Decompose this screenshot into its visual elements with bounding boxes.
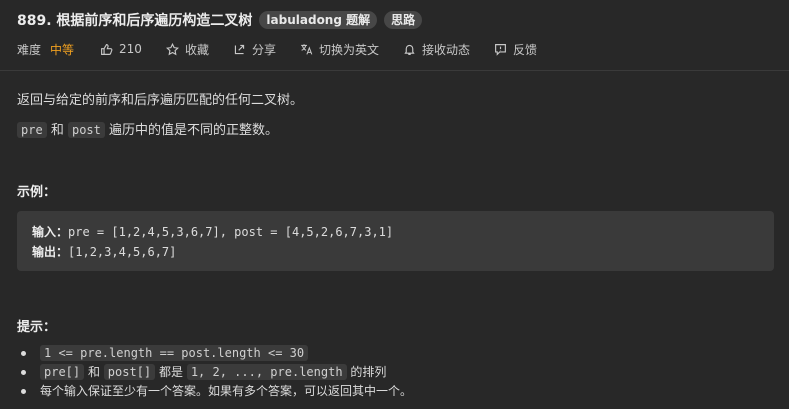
hint-item-2: pre[] 和 post[] 都是 1, 2, ..., pre.length … bbox=[17, 363, 412, 382]
difficulty-value: 中等 bbox=[50, 42, 75, 57]
description-rest: 遍历中的值是不同的正整数。 bbox=[109, 123, 279, 138]
feedback-label: 反馈 bbox=[513, 42, 538, 57]
example-input-line: 输入：pre = [1,2,4,5,3,6,7], post = [4,5,2,… bbox=[32, 223, 393, 240]
thumbs-up-icon bbox=[101, 43, 113, 55]
example-input-value: pre = [1,2,4,5,3,6,7], post = [4,5,2,6,7… bbox=[68, 225, 394, 239]
inline-code-post: post bbox=[67, 122, 105, 138]
favorite-button[interactable]: 收藏 bbox=[165, 41, 209, 58]
share-button[interactable]: 分享 bbox=[233, 41, 276, 58]
bell-icon bbox=[404, 44, 415, 55]
example-output-label: 输出： bbox=[32, 245, 69, 259]
hint-2-rest: 的排列 bbox=[350, 365, 387, 379]
hints-list: 1 <= pre.length == post.length <= 30 pre… bbox=[17, 344, 412, 401]
feedback-button[interactable]: 反馈 bbox=[494, 41, 537, 58]
hint-2-are: 都是 bbox=[158, 365, 183, 379]
problem-meta-bar: 难度 中等 210 收藏 分享 切换为英文 接收动态 反馈 bbox=[17, 40, 561, 58]
hints-heading: 提示： bbox=[17, 320, 57, 335]
subscribe-button[interactable]: 接收动态 bbox=[403, 41, 470, 58]
feedback-icon bbox=[495, 43, 506, 56]
example-output-value: [1,2,3,4,5,6,7] bbox=[68, 245, 177, 259]
share-icon bbox=[234, 44, 245, 54]
star-icon bbox=[165, 42, 179, 55]
tag-labuladong-solution[interactable]: labuladong 题解 bbox=[259, 11, 378, 29]
like-button[interactable]: 210 bbox=[100, 42, 142, 56]
translate-button[interactable]: 切换为英文 bbox=[300, 41, 379, 58]
example-heading: 示例： bbox=[17, 185, 57, 200]
example-block: 输入：pre = [1,2,4,5,3,6,7], post = [4,5,2,… bbox=[17, 211, 774, 271]
hint-item-3: 每个输入保证至少有一个答案。如果有多个答案，可以返回其中一个。 bbox=[17, 382, 412, 401]
inline-code-pre: pre bbox=[17, 122, 47, 138]
hint-item-1: 1 <= pre.length == post.length <= 30 bbox=[17, 344, 412, 363]
translate-icon bbox=[301, 43, 313, 55]
difficulty-label: 难度 bbox=[17, 42, 42, 57]
like-count: 210 bbox=[119, 42, 142, 56]
translate-label: 切换为英文 bbox=[318, 42, 379, 57]
hint-1-code: 1 <= pre.length == post.length <= 30 bbox=[40, 345, 309, 361]
hint-2-code-pre: pre[] bbox=[40, 364, 85, 380]
description-and: 和 bbox=[50, 123, 64, 138]
tag-approach[interactable]: 思路 bbox=[384, 11, 423, 29]
subscribe-label: 接收动态 bbox=[421, 42, 470, 57]
problem-title: 889. 根据前序和后序遍历构造二叉树 bbox=[17, 13, 253, 29]
hint-2-code-range: 1, 2, ..., pre.length bbox=[186, 364, 347, 380]
problem-header: 889. 根据前序和后序遍历构造二叉树 labuladong 题解 思路 bbox=[17, 10, 423, 30]
hint-2-code-post: post[] bbox=[103, 364, 156, 380]
description-line-2: pre 和 post 遍历中的值是不同的正整数。 bbox=[17, 119, 278, 138]
description-line-1: 返回与给定的前序和后序遍历匹配的任何二叉树。 bbox=[17, 93, 304, 108]
hint-2-and: 和 bbox=[87, 365, 100, 379]
example-output-line: 输出：[1,2,3,4,5,6,7] bbox=[32, 243, 176, 260]
favorite-label: 收藏 bbox=[184, 42, 209, 57]
example-input-label: 输入： bbox=[32, 225, 69, 239]
header-divider bbox=[0, 70, 789, 71]
share-label: 分享 bbox=[251, 42, 276, 57]
